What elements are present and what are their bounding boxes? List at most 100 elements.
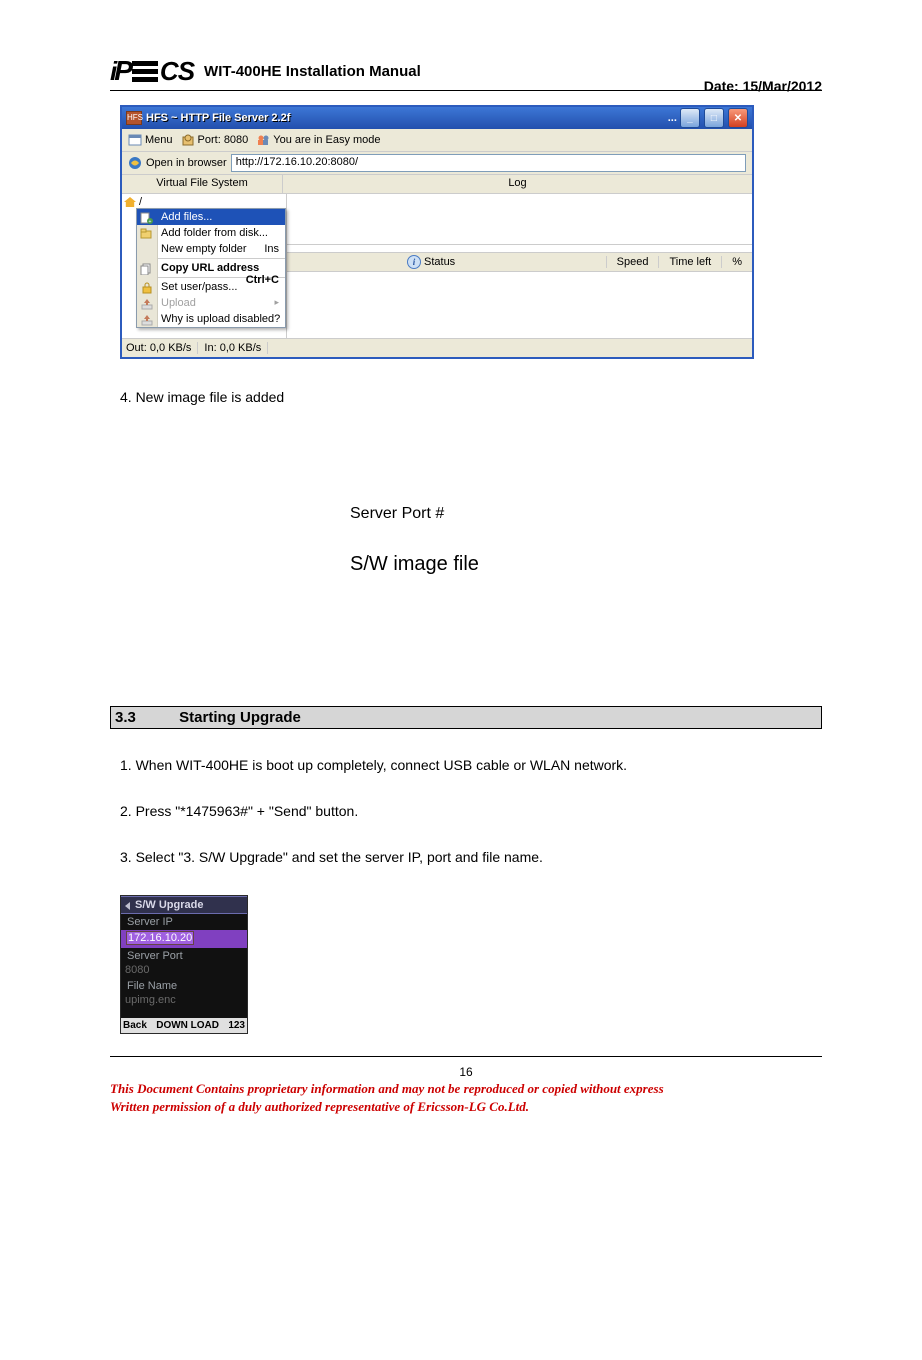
out-speed: Out: 0,0 KB/s: [126, 342, 198, 354]
ie-icon: [128, 156, 142, 170]
hfs-toolbar: Menu Port: 8080 You are in Easy mode: [122, 129, 752, 152]
ctx-sep-1: [137, 258, 285, 259]
section-title: Starting Upgrade: [179, 709, 301, 726]
ctx-copy-url[interactable]: Copy URL address Ctrl+C: [137, 260, 285, 276]
port-label: Port: 8080: [198, 134, 249, 146]
ctx-set-user-label: Set user/pass...: [161, 281, 237, 293]
copy-icon: [140, 263, 154, 275]
context-menu: + Add files... Add folder from disk... N…: [136, 208, 286, 328]
upload-icon-2: [140, 314, 154, 326]
ctx-add-folder[interactable]: Add folder from disk...: [137, 225, 285, 241]
ctx-copy-url-label: Copy URL address: [161, 262, 259, 274]
window-buttons: _ □ ✕: [679, 108, 748, 128]
folder-plus-icon: [140, 228, 154, 240]
step-3: 3. Select "3. S/W Upgrade" and set the s…: [120, 849, 822, 865]
ctx-why-disabled[interactable]: Why is upload disabled?: [137, 311, 285, 327]
sw-softkeys: Back DOWN LOAD 123: [121, 1018, 247, 1033]
home-icon: [124, 197, 136, 207]
transfer-columns: i Status Speed Time left %: [287, 252, 752, 272]
section-number: 3.3: [115, 709, 175, 726]
time-col: Time left: [658, 256, 721, 268]
step-1: 1. When WIT-400HE is boot up completely,…: [120, 757, 822, 773]
ctx-add-files[interactable]: + Add files...: [137, 209, 285, 225]
maximize-button[interactable]: □: [704, 108, 724, 128]
logo-p: P: [114, 55, 132, 87]
log-pane: i Status Speed Time left %: [287, 194, 752, 338]
step-2: 2. Press "*1475963#" + "Send" button.: [120, 803, 822, 819]
sw-upgrade-screen: S/W Upgrade Server IP 172.16.10.20 Serve…: [120, 895, 248, 1034]
page-number: 16: [110, 1065, 822, 1079]
vfs-root[interactable]: /: [124, 196, 284, 208]
annotation-sw-image: S/W image file: [350, 553, 822, 576]
hfs-column-headers: Virtual File System Log: [122, 175, 752, 194]
minimize-button[interactable]: _: [680, 108, 700, 128]
footer-rule: [110, 1056, 822, 1057]
svg-text:+: +: [149, 219, 152, 224]
root-slash: /: [139, 196, 142, 208]
in-speed: In: 0,0 KB/s: [204, 342, 268, 354]
hfs-body: / + Add files... Add folder from disk...…: [122, 194, 752, 338]
port-indicator[interactable]: Port: 8080: [181, 133, 249, 147]
menu-icon: [128, 133, 142, 147]
sw-server-ip-label: Server IP: [121, 914, 247, 930]
hfs-title-text: HFS ~ HTTP File Server 2.2f: [146, 112, 668, 124]
status-col: i Status: [287, 255, 606, 269]
sw-file-name-value: upimg.enc: [125, 994, 176, 1006]
open-browser-label[interactable]: Open in browser: [146, 157, 227, 169]
ctx-upload: Upload ▸: [137, 295, 285, 311]
hfs-urlbar: Open in browser http://172.16.10.20:8080…: [122, 152, 752, 175]
menu-label: Menu: [145, 134, 173, 146]
sw-server-ip-input[interactable]: 172.16.10.20: [121, 930, 247, 948]
hfs-app-icon: HFS: [126, 111, 142, 125]
upload-icon: [140, 298, 154, 310]
section-heading: 3.3 Starting Upgrade: [110, 706, 822, 729]
ctx-new-empty-kb: Ins: [264, 243, 279, 255]
vfs-pane[interactable]: / + Add files... Add folder from disk...…: [122, 194, 287, 338]
sw-file-name-input[interactable]: upimg.enc: [121, 994, 247, 1008]
sw-title: S/W Upgrade: [121, 896, 247, 914]
hfs-statusbar: Out: 0,0 KB/s In: 0,0 KB/s: [122, 338, 752, 357]
ctx-new-empty[interactable]: New empty folder Ins: [137, 241, 285, 257]
doc-title: WIT-400HE Installation Manual: [204, 63, 421, 80]
logo-cs: CS: [160, 56, 194, 87]
annotation-server-port: Server Port #: [350, 505, 822, 523]
sw-file-name-label: File Name: [121, 978, 247, 994]
sw-server-ip-value: 172.16.10.20: [126, 931, 194, 945]
url-input[interactable]: http://172.16.10.20:8080/: [231, 154, 746, 172]
log-header: Log: [283, 175, 752, 193]
ctx-add-files-label: Add files...: [161, 211, 212, 223]
submenu-arrow-icon: ▸: [274, 297, 279, 308]
lock-icon: [140, 282, 154, 294]
page-plus-icon: +: [140, 212, 154, 224]
menu-button[interactable]: Menu: [128, 133, 173, 147]
status-label: Status: [424, 256, 455, 268]
speed-col: Speed: [606, 256, 659, 268]
steps-list: 1. When WIT-400HE is boot up completely,…: [110, 757, 822, 865]
title-dots: ...: [668, 112, 677, 124]
step-4: 4. New image file is added: [120, 389, 822, 405]
hfs-titlebar: HFS HFS ~ HTTP File Server 2.2f ... _ □ …: [122, 107, 752, 129]
log-textarea[interactable]: [287, 194, 752, 245]
doc-date: Date: 15/Mar/2012: [704, 78, 822, 94]
ctx-new-empty-label: New empty folder: [161, 243, 247, 255]
sw-server-port-input[interactable]: 8080: [121, 964, 247, 978]
sw-server-port-label: Server Port: [121, 948, 247, 964]
hfs-window: HFS HFS ~ HTTP File Server 2.2f ... _ □ …: [120, 105, 754, 359]
logo-bars-icon: [132, 61, 158, 82]
close-button[interactable]: ✕: [728, 108, 748, 128]
sw-back-button[interactable]: Back: [123, 1020, 147, 1031]
vfs-header: Virtual File System: [122, 175, 283, 193]
mode-indicator[interactable]: You are in Easy mode: [256, 133, 380, 147]
people-icon: [256, 133, 270, 147]
sw-input-mode[interactable]: 123: [228, 1020, 245, 1031]
ctx-add-folder-label: Add folder from disk...: [161, 227, 268, 239]
ctx-set-user[interactable]: Set user/pass...: [137, 279, 285, 295]
url-value: http://172.16.10.20:8080/: [236, 156, 358, 168]
pct-col: %: [721, 256, 752, 268]
disclaimer-2: Written permission of a duly authorized …: [110, 1099, 822, 1115]
sw-server-port-value: 8080: [125, 964, 149, 976]
disclaimer-1: This Document Contains proprietary infor…: [110, 1081, 822, 1097]
sw-download-button[interactable]: DOWN LOAD: [156, 1020, 219, 1031]
ctx-why-disabled-label: Why is upload disabled?: [161, 313, 280, 325]
ipecs-logo: i P CS: [110, 55, 194, 87]
